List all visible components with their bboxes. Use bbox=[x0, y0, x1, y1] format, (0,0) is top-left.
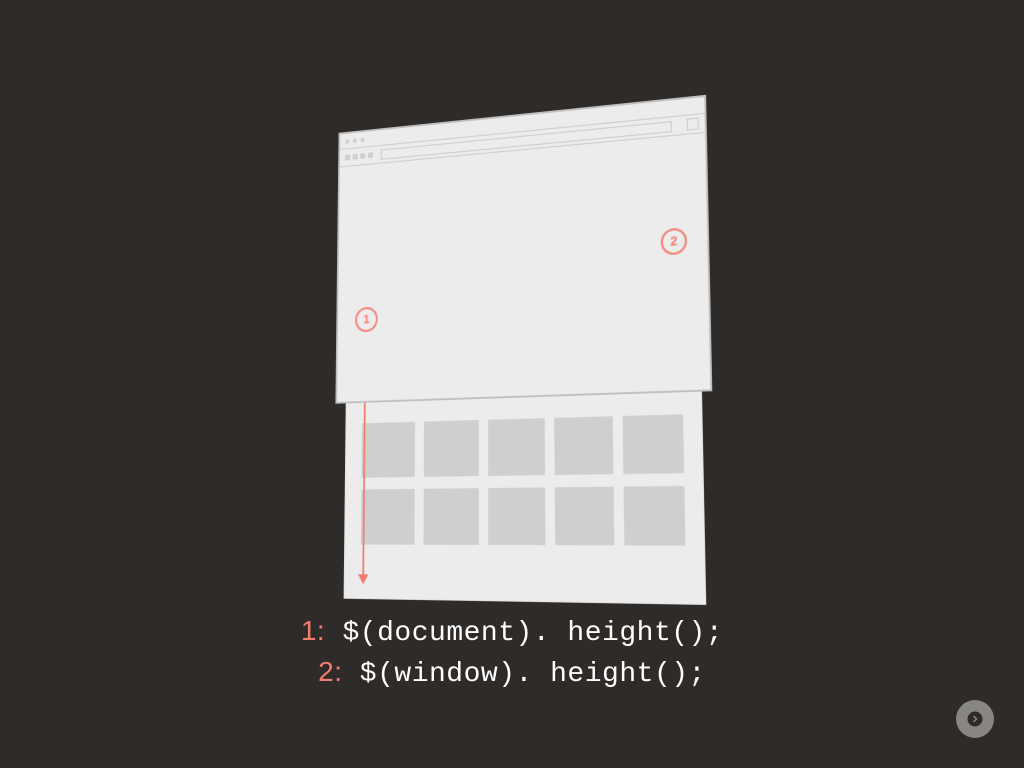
thumb bbox=[424, 488, 479, 545]
thumb bbox=[624, 486, 686, 546]
thumb-row-2 bbox=[346, 401, 703, 478]
caption-line-1-number: 1: bbox=[301, 615, 325, 646]
traffic-light-icon bbox=[345, 138, 349, 143]
thumb bbox=[488, 418, 545, 476]
next-slide-button[interactable] bbox=[956, 700, 994, 738]
thumb bbox=[488, 487, 545, 545]
thumb bbox=[554, 416, 613, 475]
traffic-light-icon bbox=[353, 138, 357, 143]
toolbar-button-icon bbox=[687, 118, 699, 131]
thumb bbox=[623, 414, 685, 474]
arrow-right-circle-icon bbox=[966, 710, 984, 728]
thumb bbox=[424, 420, 479, 477]
nav-back-icon bbox=[345, 154, 350, 160]
nav-fwd-icon bbox=[353, 154, 358, 160]
slide-stage: 1 2 1: $(document). height(); 2: $(windo… bbox=[0, 0, 1024, 768]
code-caption: 1: $(document). height(); 2: $(window). … bbox=[0, 612, 1024, 694]
caption-line-2-number: 2: bbox=[318, 656, 342, 687]
thumb bbox=[555, 487, 615, 546]
thumb-row-3 bbox=[345, 473, 704, 546]
caption-line-1-code: $(document). height(); bbox=[343, 618, 724, 649]
thumb bbox=[361, 489, 415, 545]
traffic-light-icon bbox=[360, 137, 364, 142]
nav-home-icon bbox=[368, 152, 373, 158]
thumb bbox=[361, 422, 415, 478]
perspective-plane: 1 2 bbox=[333, 95, 717, 616]
browser-frame bbox=[335, 95, 712, 404]
nav-reload-icon bbox=[360, 153, 365, 159]
caption-line-2-code: $(window). height(); bbox=[360, 659, 706, 690]
